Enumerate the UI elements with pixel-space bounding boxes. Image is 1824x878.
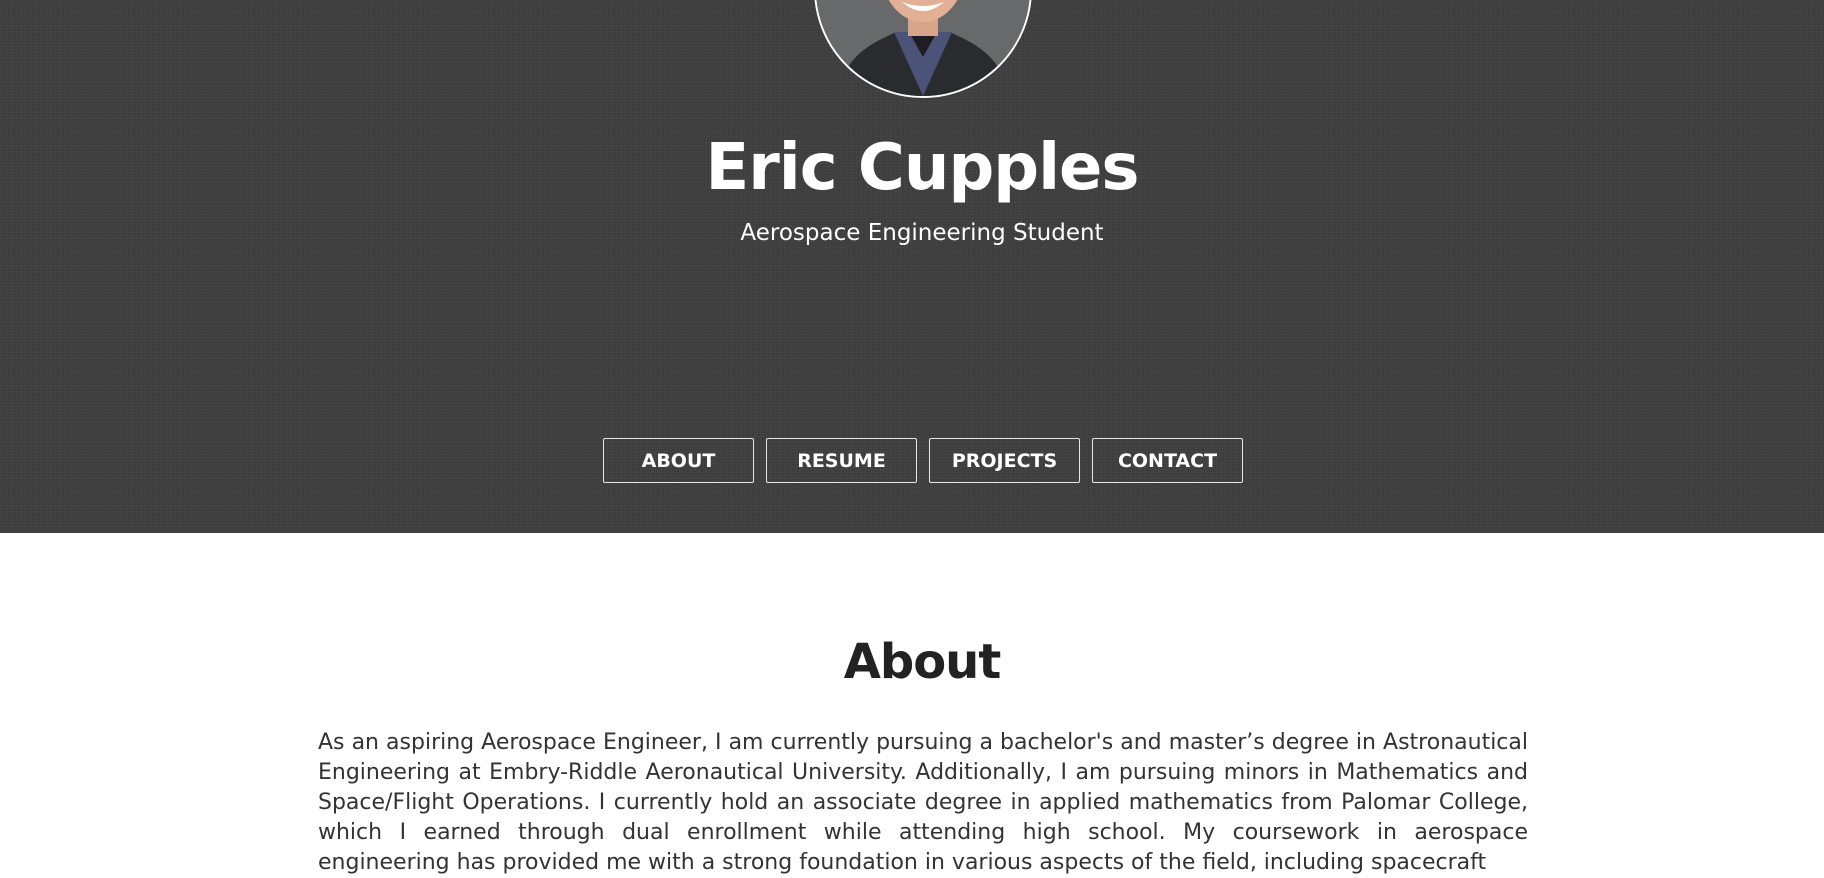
profile-photo-icon <box>816 0 1030 96</box>
page-title: Eric Cupples <box>705 131 1139 205</box>
avatar <box>814 0 1032 98</box>
main-nav: ABOUT RESUME PROJECTS CONTACT <box>603 438 1243 483</box>
about-paragraph: As an aspiring Aerospace Engineer, I am … <box>318 730 1528 875</box>
page-subtitle: Aerospace Engineering Student <box>740 220 1104 246</box>
nav-projects-button[interactable]: PROJECTS <box>929 438 1080 483</box>
about-heading: About <box>843 634 1002 690</box>
hero-header: Eric Cupples Aerospace Engineering Stude… <box>0 0 1824 533</box>
nav-resume-button[interactable]: RESUME <box>766 438 917 483</box>
nav-about-button[interactable]: ABOUT <box>603 438 754 483</box>
nav-contact-button[interactable]: CONTACT <box>1092 438 1243 483</box>
